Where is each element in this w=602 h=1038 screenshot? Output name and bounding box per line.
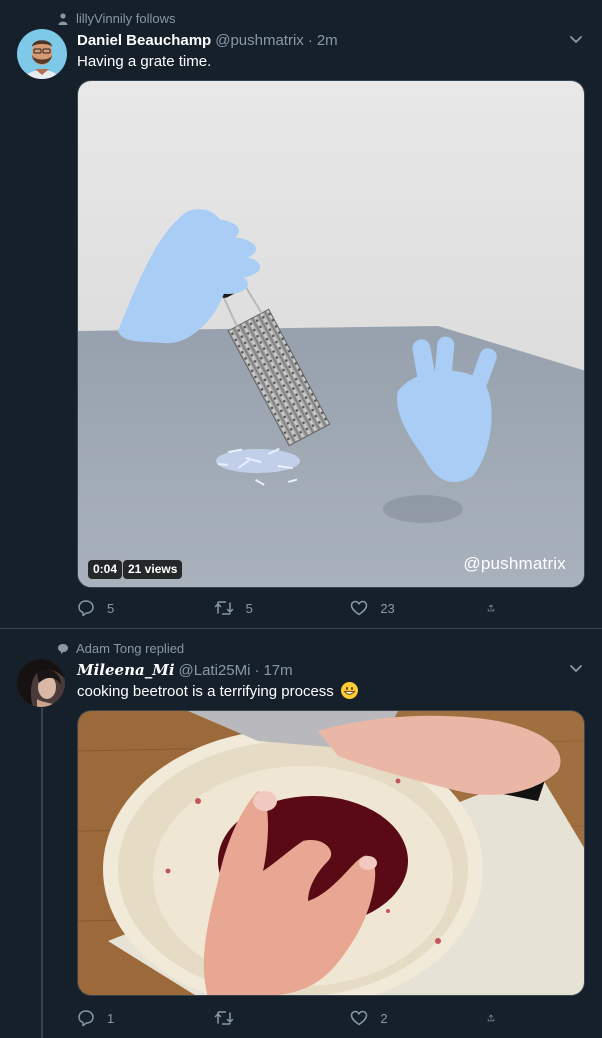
reply-button[interactable]: 5 [77,599,167,617]
video-watermark: @pushmatrix [463,554,566,573]
grinning-face-emoji [340,682,358,699]
context-text[interactable]: Adam Tong replied [76,641,184,656]
reply-count: 1 [107,1010,115,1026]
reply-icon [78,600,94,617]
tweet-text: Having a grate time. [77,53,212,70]
retweet-icon [214,1011,233,1025]
share-button[interactable] [487,599,507,617]
tweet[interactable]: lillyVinnily follows Daniel Beauchamp @p… [0,0,602,629]
like-button[interactable]: 23 [350,599,440,617]
handle[interactable]: @pushmatrix [215,32,304,49]
chevron-down-icon[interactable] [568,660,584,676]
speech-bubble-icon [56,642,70,656]
reply-count: 5 [107,600,115,616]
retweet-button[interactable]: 5 [214,599,304,617]
separator: · [307,32,313,49]
retweet-icon [214,601,233,615]
reply-button[interactable]: 1 [77,1009,167,1027]
tweet-text: cooking beetroot is a terrifying process [77,683,334,700]
display-name[interactable]: Daniel Beauchamp [77,32,211,49]
display-name[interactable]: 𝑴𝒊𝒍𝒆𝒆𝒏𝒂_𝑴𝒊 [77,661,175,679]
video-duration-badge: 0:04 [88,560,123,579]
social-context: lillyVinnily follows [56,11,175,26]
heart-icon [351,1010,368,1026]
tweet-header: Daniel Beauchamp @pushmatrix · 2m [77,32,338,49]
avatar[interactable] [17,659,65,707]
tweet-actions: 5 5 23 [77,599,507,617]
share-icon [487,604,495,612]
photo-image [78,711,584,995]
like-count: 2 [380,1010,388,1026]
timestamp[interactable]: 2m [317,32,338,49]
separator: · [254,662,260,679]
timestamp[interactable]: 17m [263,662,292,679]
share-icon [487,1014,495,1022]
handle[interactable]: @Lati25Mi [179,662,251,679]
thread-line [41,708,43,1038]
photo[interactable] [77,710,585,996]
social-context: Adam Tong replied [56,641,184,656]
tweet[interactable]: Adam Tong replied 𝑴𝒊𝒍𝒆𝒆𝒏𝒂_𝑴𝒊 @Lati25Mi ·… [0,629,602,1038]
reply-icon [78,1010,94,1027]
like-count: 23 [380,600,395,616]
share-button[interactable] [487,1009,507,1027]
tweet-actions: 1 2 [77,1009,507,1027]
chevron-down-icon[interactable] [568,31,584,47]
tweet-header: 𝑴𝒊𝒍𝒆𝒆𝒏𝒂_𝑴𝒊 @Lati25Mi · 17m [77,661,293,679]
person-icon [56,12,70,26]
context-text[interactable]: lillyVinnily follows [76,11,175,26]
avatar[interactable] [17,29,67,79]
video-frame [78,81,584,587]
heart-icon [351,600,368,616]
view-count-badge: 21 views [123,560,183,579]
video-player[interactable]: 0:04 21 views @pushmatrix [77,80,585,588]
like-button[interactable]: 2 [350,1009,440,1027]
retweet-button[interactable] [214,1009,304,1027]
retweet-count: 5 [245,600,253,616]
tweet-text-container: cooking beetroot is a terrifying process [77,682,358,700]
